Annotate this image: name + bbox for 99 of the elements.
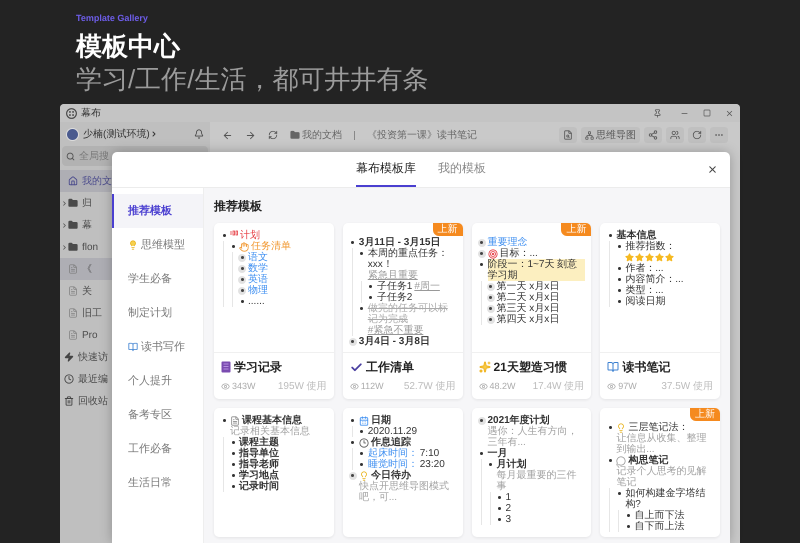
outline-text: 数学 [248, 263, 268, 274]
outline-text: ...... [248, 296, 265, 307]
view-count: 343W [232, 380, 256, 393]
outline-text: 指导老师 [239, 459, 279, 470]
sidebar-item-label: 最近编 [78, 372, 108, 386]
outline-text: 课程基本信息 [242, 415, 302, 426]
outline-text: 目标：... [500, 248, 538, 259]
sidebar-item-label: 《 [82, 262, 92, 276]
outline-text: 类型：... [625, 285, 664, 296]
outline-text: 学习地点 [239, 470, 279, 481]
eyebrow-label: Template Gallery [76, 12, 149, 25]
view-count: 48.2W [490, 380, 516, 393]
outline-text: 第二天 x月x日 [496, 292, 560, 303]
note-text: 每月最重要的三件事 [496, 470, 578, 492]
category-label: 工作必备 [128, 442, 172, 457]
page-subtitle: 学习/工作/生活，都可井井有条 [76, 62, 430, 96]
category-label: 个人提升 [128, 374, 172, 389]
document-title: 《投资第一课》读书笔记 [367, 128, 477, 142]
outline-text: 子任务1 [376, 281, 412, 292]
usage-count: 52.7W 使用 [404, 380, 456, 394]
sidebar-item-label: 归 [82, 196, 92, 210]
outline-text: 7:10 [420, 448, 440, 459]
outline-text: 日期 [370, 415, 391, 426]
card-title: 21天塑造习惯 [494, 359, 567, 376]
category-label: 读书写作 [141, 340, 185, 355]
outline-text: 本周的重点任务：xxx！ [368, 248, 449, 270]
sidebar-item-label: 关 [82, 284, 92, 298]
search-placeholder: 全局搜 [79, 150, 109, 164]
category-label: 学生必备 [128, 272, 172, 287]
usage-count: 17.4W 使用 [532, 380, 584, 394]
outline-text: 指导单位 [239, 448, 279, 459]
note-text: 快点开思维导图模式吧，可... [358, 481, 450, 503]
card-title: 工作清单 [366, 359, 414, 376]
usage-count: 37.5W 使用 [661, 380, 713, 394]
outline-text: 物理 [248, 285, 268, 296]
outline-text: 今日待办 [370, 470, 411, 481]
outline-text: 任务清单 [251, 241, 291, 252]
outline-text: 一月 [488, 448, 508, 459]
outline-text: 第一天 x月x日 [496, 281, 560, 292]
outline-text: 3月11日 - 3月15日 [358, 237, 440, 248]
outline-text: 记录时间 [239, 481, 279, 492]
sidebar-item-label: 旧工 [82, 306, 102, 320]
outline-text: 自下而上法 [634, 521, 684, 532]
view-count: 97W [618, 380, 637, 393]
outline-text: 做完的任务可以标记为完成 [368, 303, 449, 325]
section-title: 推荐模板 [214, 198, 263, 215]
category-label: 生活日常 [128, 476, 172, 491]
outline-text: 阶段一：1~7天 刻意学习期 [488, 259, 586, 281]
outline-text: 语文 [248, 252, 268, 263]
outline-text: 阅读日期 [625, 296, 666, 307]
window-title: 幕布 [81, 106, 101, 120]
outline-text: 英语 [248, 274, 268, 285]
outline-text: 2 [506, 503, 512, 514]
outline-text: 第四天 x月x日 [496, 314, 560, 325]
outline-text: 23:20 [420, 459, 445, 470]
time-label: 睡觉时间： [368, 459, 418, 470]
sidebar-item-label: 快速访 [78, 350, 108, 364]
category-label: 制定计划 [128, 306, 172, 321]
outline-text: 如何构建金字塔结构? [625, 488, 706, 510]
usage-count: 195W 使用 [278, 380, 327, 394]
outline-text: 基本信息 [616, 230, 656, 241]
note-text: 记录个人思考的见解笔记 [616, 466, 708, 488]
note-text: 让信息从收集、整理到输出... [616, 433, 708, 455]
sidebar-item-label: flon [82, 240, 98, 254]
new-badge: 上新 [432, 223, 462, 236]
card-title: 学习记录 [234, 359, 282, 376]
outline-text: 3月4日 - 3月8日 [358, 336, 430, 347]
category-label: 思维模型 [141, 238, 185, 253]
outline-text: 子任务2 [376, 292, 412, 303]
outline-text: 推荐指数： [625, 241, 676, 252]
page-title: 模板中心 [76, 30, 182, 62]
outline-text: 内容简介：... [625, 274, 684, 285]
outline-text: 重要理念 [488, 237, 528, 248]
outline-text: 自上而下法 [634, 510, 684, 521]
view-count: 112W [360, 380, 384, 393]
outline-text: 2020.11.29 [368, 426, 418, 437]
card-title: 读书笔记 [622, 359, 670, 376]
sidebar-item-label: 幕 [82, 218, 92, 232]
outline-text: 第三天 x月x日 [496, 303, 560, 314]
outline-text: 1 [506, 492, 512, 503]
outline-text: 三层笔记法： [628, 422, 688, 433]
sidebar-item-label: 回收站 [78, 394, 108, 408]
note-text: 记录相关基本信息 [230, 426, 311, 437]
category-label: 备考专区 [128, 408, 172, 423]
outline-text: 月计划 [496, 459, 526, 470]
note-text: 遇你：人生有方向，三年有... [488, 426, 578, 448]
outline-text: 作者：... [625, 263, 664, 274]
sidebar-item-label: Pro [82, 328, 98, 342]
outline-text: 构思笔记 [628, 455, 668, 466]
time-label: 起床时间： [368, 448, 418, 459]
new-badge: 上新 [690, 408, 720, 421]
category-label: 推荐模板 [128, 204, 172, 219]
outline-text: 计划 [240, 230, 260, 241]
outline-text: 课程主题 [239, 437, 279, 448]
sidebar-item-label: 我的文 [82, 174, 112, 188]
outline-text: 作息追踪 [370, 437, 411, 448]
outline-text: 3 [506, 514, 512, 525]
new-badge: 上新 [561, 223, 592, 236]
outline-text: 2021年度计划 [488, 415, 550, 426]
